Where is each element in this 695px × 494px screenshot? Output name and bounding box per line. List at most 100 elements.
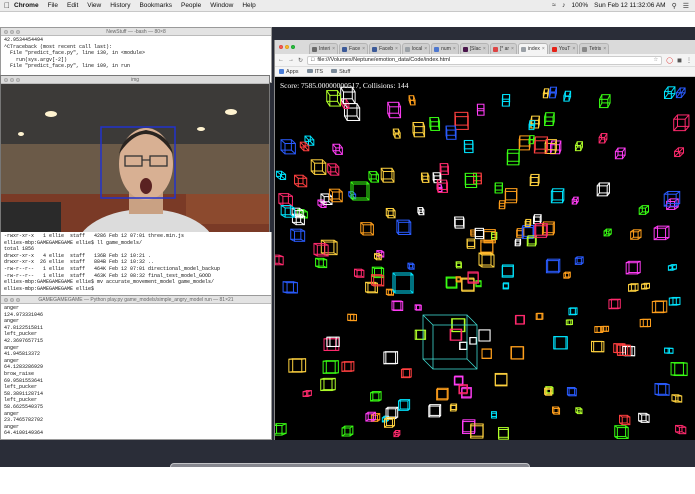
menu-item-people[interactable]: People [181, 2, 201, 9]
zoom-window-button[interactable] [291, 45, 295, 49]
menu-item-history[interactable]: History [110, 2, 130, 9]
terminal-line: 58.3891128714 [4, 390, 44, 397]
close-tab-icon[interactable]: × [395, 44, 398, 54]
menu-item-window[interactable]: Window [210, 2, 233, 9]
game-canvas[interactable]: Score: 7585.00000000517, Collisions: 144 [275, 77, 695, 440]
terminal-output[interactable]: -rwxr-xr-x 1 ellie staff 4286 Feb 12 07:… [1, 232, 271, 293]
reload-icon[interactable]: ↻ [298, 57, 303, 64]
terminal-line: 69.9581553641 [4, 377, 44, 384]
image-window-title-bar[interactable]: img [1, 76, 269, 84]
wireframe-cube [568, 307, 578, 316]
wireframe-cube [385, 288, 394, 296]
menu-item-file[interactable]: File [48, 2, 58, 9]
browser-tab[interactable]: Face × [339, 43, 369, 54]
address-bar[interactable]: □ file:///Volumes/Neptune/emotion_data/C… [307, 55, 663, 65]
tab-label: YouT [558, 46, 571, 52]
terminal-line: drwxr-xr-x 26 ellie staff 884B Feb 12 10… [4, 259, 155, 266]
clock[interactable]: Sun Feb 12 11:32:06 AM [594, 2, 665, 9]
close-tab-icon[interactable]: × [362, 44, 365, 54]
menu-item-help[interactable]: Help [242, 2, 255, 9]
wireframe-cube [396, 219, 412, 235]
close-tab-icon[interactable]: × [332, 44, 335, 54]
terminal-title-bar[interactable]: GAMEGAMEGAME — Python play.py game_model… [1, 296, 271, 304]
wireframe-cube [294, 174, 308, 188]
terminal-line: ellies-mbp:GAMEGAMEGAME ellie$ [4, 285, 98, 292]
terminal-line: 23.7465782702 [4, 417, 44, 424]
wireframe-cube [552, 406, 561, 415]
opera-extension-icon[interactable]: ◯ [666, 57, 673, 64]
browser-tab[interactable]: Tetris × [579, 43, 610, 54]
bookmark-stuff[interactable]: Stuff [331, 69, 350, 75]
wireframe-cube [534, 223, 548, 238]
extension-icon[interactable]: ◼ [677, 57, 682, 64]
wireframe-cube [360, 222, 374, 236]
volume-icon[interactable]: ♪ [562, 2, 566, 9]
battery-percent[interactable]: 100% [572, 2, 589, 9]
wireframe-cube [532, 214, 542, 225]
browser-tab[interactable]: [Slac × [459, 43, 489, 54]
wireframe-cube [436, 387, 449, 401]
terminal-output[interactable]: 42.9534454494 ^CTraceback (most recent ca… [1, 36, 271, 71]
chrome-window[interactable]: Interi × Face × Faceb × local × num × [Slac × [* ar ×… [274, 40, 695, 440]
terminal-line: 42.3697657715 [4, 337, 44, 344]
close-tab-icon[interactable]: × [572, 44, 575, 54]
terminal-output[interactable]: anger 124.973331046 anger 47.8122515811 left… [1, 304, 271, 438]
browser-tab[interactable]: Interi × [309, 43, 339, 54]
menu-item-view[interactable]: View [87, 2, 101, 9]
menu-app-name[interactable]: Chrome [14, 2, 39, 9]
menu-item-edit[interactable]: Edit [67, 2, 78, 9]
terminal-line: 124.973331046 [4, 311, 44, 318]
forward-icon[interactable]: → [288, 57, 294, 63]
wifi-icon[interactable]: ≈ [552, 2, 556, 9]
terminal-line: 64.4100149364 [4, 430, 44, 437]
browser-tab[interactable]: YouT × [548, 43, 579, 54]
terminal-title-bar[interactable]: NewStuff — -bash — 80×8 [1, 28, 271, 36]
browser-tab[interactable]: index × [517, 43, 548, 54]
close-tab-icon[interactable]: × [542, 44, 545, 54]
browser-tab[interactable]: [* ar × [489, 43, 517, 54]
close-tab-icon[interactable]: × [424, 44, 427, 54]
folder-icon [306, 69, 313, 74]
wireframe-cube [501, 264, 514, 278]
close-tab-icon[interactable]: × [453, 44, 456, 54]
wireframe-cube [275, 254, 284, 266]
bookmark-apps[interactable]: Apps [279, 69, 299, 75]
browser-tab[interactable]: local × [401, 43, 431, 54]
spotlight-icon[interactable]: ⚲ [672, 2, 677, 10]
image-window[interactable]: img [0, 75, 270, 235]
wireframe-cube [282, 281, 298, 294]
wireframe-cube [630, 229, 642, 240]
wireframe-cube [574, 141, 583, 152]
browser-tab[interactable]: num × [431, 43, 459, 54]
close-tab-icon[interactable]: × [483, 44, 486, 54]
wireframe-cube [290, 228, 306, 242]
wireframe-cube [491, 411, 497, 419]
star-icon[interactable]: ☆ [653, 57, 658, 63]
terminal-window-python[interactable]: GAMEGAMEGAME — Python play.py game_model… [0, 295, 272, 440]
wireframe-cube [347, 313, 357, 322]
wireframe-cube [491, 231, 498, 240]
wireframe-cube [481, 348, 492, 359]
wireframe-cube [400, 368, 412, 379]
close-tab-icon[interactable]: × [603, 44, 606, 54]
bookmark-its[interactable]: ITS [306, 69, 323, 75]
wireframe-cube [470, 229, 476, 237]
favicon-icon [342, 46, 348, 52]
apple-icon[interactable]:  [0, 1, 14, 10]
terminal-window-listing[interactable]: -rwxr-xr-x 1 ellie staff 4286 Feb 12 07:… [0, 232, 272, 296]
back-icon[interactable]: ← [278, 57, 284, 63]
terminal-line: ellies-mbp:GAMEGAMEGAME ellie$ mv accura… [4, 279, 215, 286]
tab-label: Interi [319, 46, 331, 52]
notification-center-icon[interactable]: ☰ [683, 2, 689, 10]
wireframe-cube [510, 346, 525, 360]
terminal-title: NewStuff — -bash — 80×8 [106, 29, 166, 35]
wireframe-cube [320, 239, 338, 256]
browser-tab[interactable]: Faceb × [369, 43, 401, 54]
minimize-window-button[interactable] [285, 45, 289, 49]
menu-icon[interactable]: ⋮ [686, 57, 692, 64]
close-tab-icon[interactable]: × [511, 44, 514, 54]
wireframe-cube [544, 387, 553, 396]
close-window-button[interactable] [279, 45, 283, 49]
wireframe-cube [614, 425, 629, 439]
menu-item-bookmarks[interactable]: Bookmarks [139, 2, 172, 9]
